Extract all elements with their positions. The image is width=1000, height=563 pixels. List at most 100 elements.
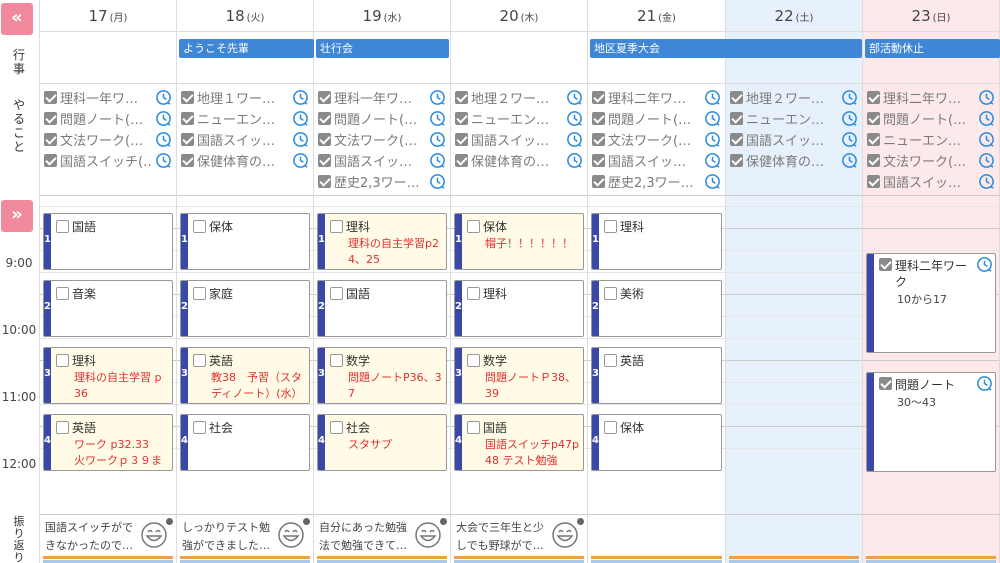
- todo-item[interactable]: ニューエン…: [867, 130, 995, 149]
- checkbox-checked[interactable]: [592, 91, 605, 104]
- reflection-cell[interactable]: しっかりテスト勉強ができました…: [177, 514, 313, 563]
- reflection-cell[interactable]: 大会で三年生と少しでも野球がで…: [451, 514, 587, 563]
- todo-item[interactable]: 問題ノート(…: [592, 109, 721, 128]
- period-card[interactable]: 3 数学 問題ノートＰ38、39: [454, 347, 584, 404]
- period-card[interactable]: 2 音楽: [43, 280, 173, 337]
- period-card[interactable]: 3 英語 教38 予習（スタディノート）(水）: [180, 347, 310, 404]
- period-card[interactable]: 3 英語: [591, 347, 722, 404]
- checkbox[interactable]: [56, 287, 69, 300]
- reminder-clock-icon[interactable]: [704, 89, 721, 106]
- checkbox-checked[interactable]: [318, 175, 331, 188]
- checkbox[interactable]: [193, 421, 206, 434]
- checkbox[interactable]: [604, 287, 617, 300]
- todo-item[interactable]: 国語スイッ…: [181, 130, 309, 149]
- checkbox[interactable]: [604, 354, 617, 367]
- reminder-clock-icon[interactable]: [841, 152, 858, 169]
- checkbox-checked[interactable]: [592, 175, 605, 188]
- smile-face-icon[interactable]: [140, 521, 168, 549]
- reminder-clock-icon[interactable]: [978, 110, 995, 127]
- period-card[interactable]: 4 英語ワーク p32.33 火ワークｐ３９まで: [43, 414, 173, 471]
- reflection-cell[interactable]: [863, 514, 999, 563]
- period-card[interactable]: 2 家庭: [180, 280, 310, 337]
- reminder-clock-icon[interactable]: [566, 89, 583, 106]
- todo-item[interactable]: 文法ワーク(…: [867, 151, 995, 170]
- todo-item[interactable]: 地理２ワー…: [455, 88, 583, 107]
- checkbox-checked[interactable]: [181, 112, 194, 125]
- todo-item[interactable]: ニューエン…: [455, 109, 583, 128]
- reflection-cell[interactable]: 国語スイッチができなかったので…: [40, 514, 176, 563]
- event-row-cell[interactable]: [40, 32, 176, 84]
- reminder-clock-icon[interactable]: [155, 131, 172, 148]
- checkbox-checked[interactable]: [592, 154, 605, 167]
- todo-item[interactable]: 国語スイッ…: [592, 151, 721, 170]
- reflection-cell[interactable]: [588, 514, 725, 563]
- todo-item[interactable]: ニューエン…: [181, 109, 309, 128]
- todo-item[interactable]: 理科一年ワ…: [318, 88, 446, 107]
- checkbox-checked[interactable]: [44, 154, 57, 167]
- smile-face-icon[interactable]: [414, 521, 442, 549]
- reminder-clock-icon[interactable]: [429, 173, 446, 190]
- checkbox-checked[interactable]: [730, 133, 743, 146]
- todo-item[interactable]: 国語スイッ…: [318, 151, 446, 170]
- reminder-clock-icon[interactable]: [429, 110, 446, 127]
- checkbox-checked[interactable]: [867, 154, 880, 167]
- checkbox[interactable]: [193, 220, 206, 233]
- todo-item[interactable]: 国語スイッ…: [867, 172, 995, 191]
- todo-item[interactable]: 保健体育の…: [730, 151, 858, 170]
- todo-item[interactable]: 歴史2,3ワー…: [592, 172, 721, 191]
- reminder-clock-icon[interactable]: [976, 375, 993, 392]
- checkbox[interactable]: [56, 421, 69, 434]
- period-card[interactable]: 4 保体: [591, 414, 722, 471]
- reminder-clock-icon[interactable]: [155, 110, 172, 127]
- checkbox[interactable]: [330, 354, 343, 367]
- period-card[interactable]: 1 保体 帽子！！！！！！: [454, 213, 584, 270]
- reminder-clock-icon[interactable]: [841, 131, 858, 148]
- todo-item[interactable]: 文法ワーク(…: [318, 130, 446, 149]
- todo-item[interactable]: 歴史2,3ワー…: [318, 172, 446, 191]
- checkbox-checked[interactable]: [592, 133, 605, 146]
- day-header[interactable]: 20 (木): [451, 0, 587, 32]
- period-card[interactable]: 4 社会: [180, 414, 310, 471]
- reminder-clock-icon[interactable]: [978, 131, 995, 148]
- day-header[interactable]: 23 (日): [863, 0, 999, 32]
- reminder-clock-icon[interactable]: [292, 131, 309, 148]
- checkbox-checked[interactable]: [730, 154, 743, 167]
- smile-face-icon[interactable]: [277, 521, 305, 549]
- checkbox[interactable]: [467, 220, 480, 233]
- reminder-clock-icon[interactable]: [566, 152, 583, 169]
- reminder-clock-icon[interactable]: [566, 131, 583, 148]
- reminder-clock-icon[interactable]: [704, 110, 721, 127]
- checkbox-checked[interactable]: [44, 91, 57, 104]
- reminder-clock-icon[interactable]: [704, 131, 721, 148]
- checkbox-checked[interactable]: [181, 91, 194, 104]
- reminder-clock-icon[interactable]: [429, 131, 446, 148]
- reminder-clock-icon[interactable]: [155, 89, 172, 106]
- checkbox[interactable]: [467, 287, 480, 300]
- todo-item[interactable]: 問題ノート(…: [44, 109, 172, 128]
- todo-item[interactable]: 問題ノート(…: [867, 109, 995, 128]
- day-header[interactable]: 22 (土): [726, 0, 862, 32]
- reflection-cell[interactable]: [726, 514, 862, 563]
- reminder-clock-icon[interactable]: [978, 89, 995, 106]
- day-header[interactable]: 21 (金): [588, 0, 725, 32]
- reminder-clock-icon[interactable]: [429, 152, 446, 169]
- checkbox[interactable]: [193, 287, 206, 300]
- period-card[interactable]: 2 美術: [591, 280, 722, 337]
- checkbox-checked[interactable]: [867, 175, 880, 188]
- reminder-clock-icon[interactable]: [566, 110, 583, 127]
- period-card[interactable]: 1 理科: [591, 213, 722, 270]
- reminder-clock-icon[interactable]: [704, 173, 721, 190]
- checkbox-checked[interactable]: [730, 112, 743, 125]
- period-card[interactable]: 3 数学 問題ノートP36、37: [317, 347, 447, 404]
- checkbox-checked[interactable]: [455, 133, 468, 146]
- todo-item[interactable]: 問題ノート(…: [318, 109, 446, 128]
- event-bar[interactable]: 地区夏季大会: [590, 39, 862, 58]
- checkbox[interactable]: [56, 220, 69, 233]
- reminder-clock-icon[interactable]: [978, 152, 995, 169]
- checkbox[interactable]: [467, 421, 480, 434]
- checkbox-checked[interactable]: [455, 112, 468, 125]
- task-card[interactable]: 理科二年ワーク 10から17: [866, 253, 996, 353]
- checkbox[interactable]: [330, 220, 343, 233]
- collapse-left-button[interactable]: «: [1, 3, 33, 35]
- checkbox[interactable]: [56, 354, 69, 367]
